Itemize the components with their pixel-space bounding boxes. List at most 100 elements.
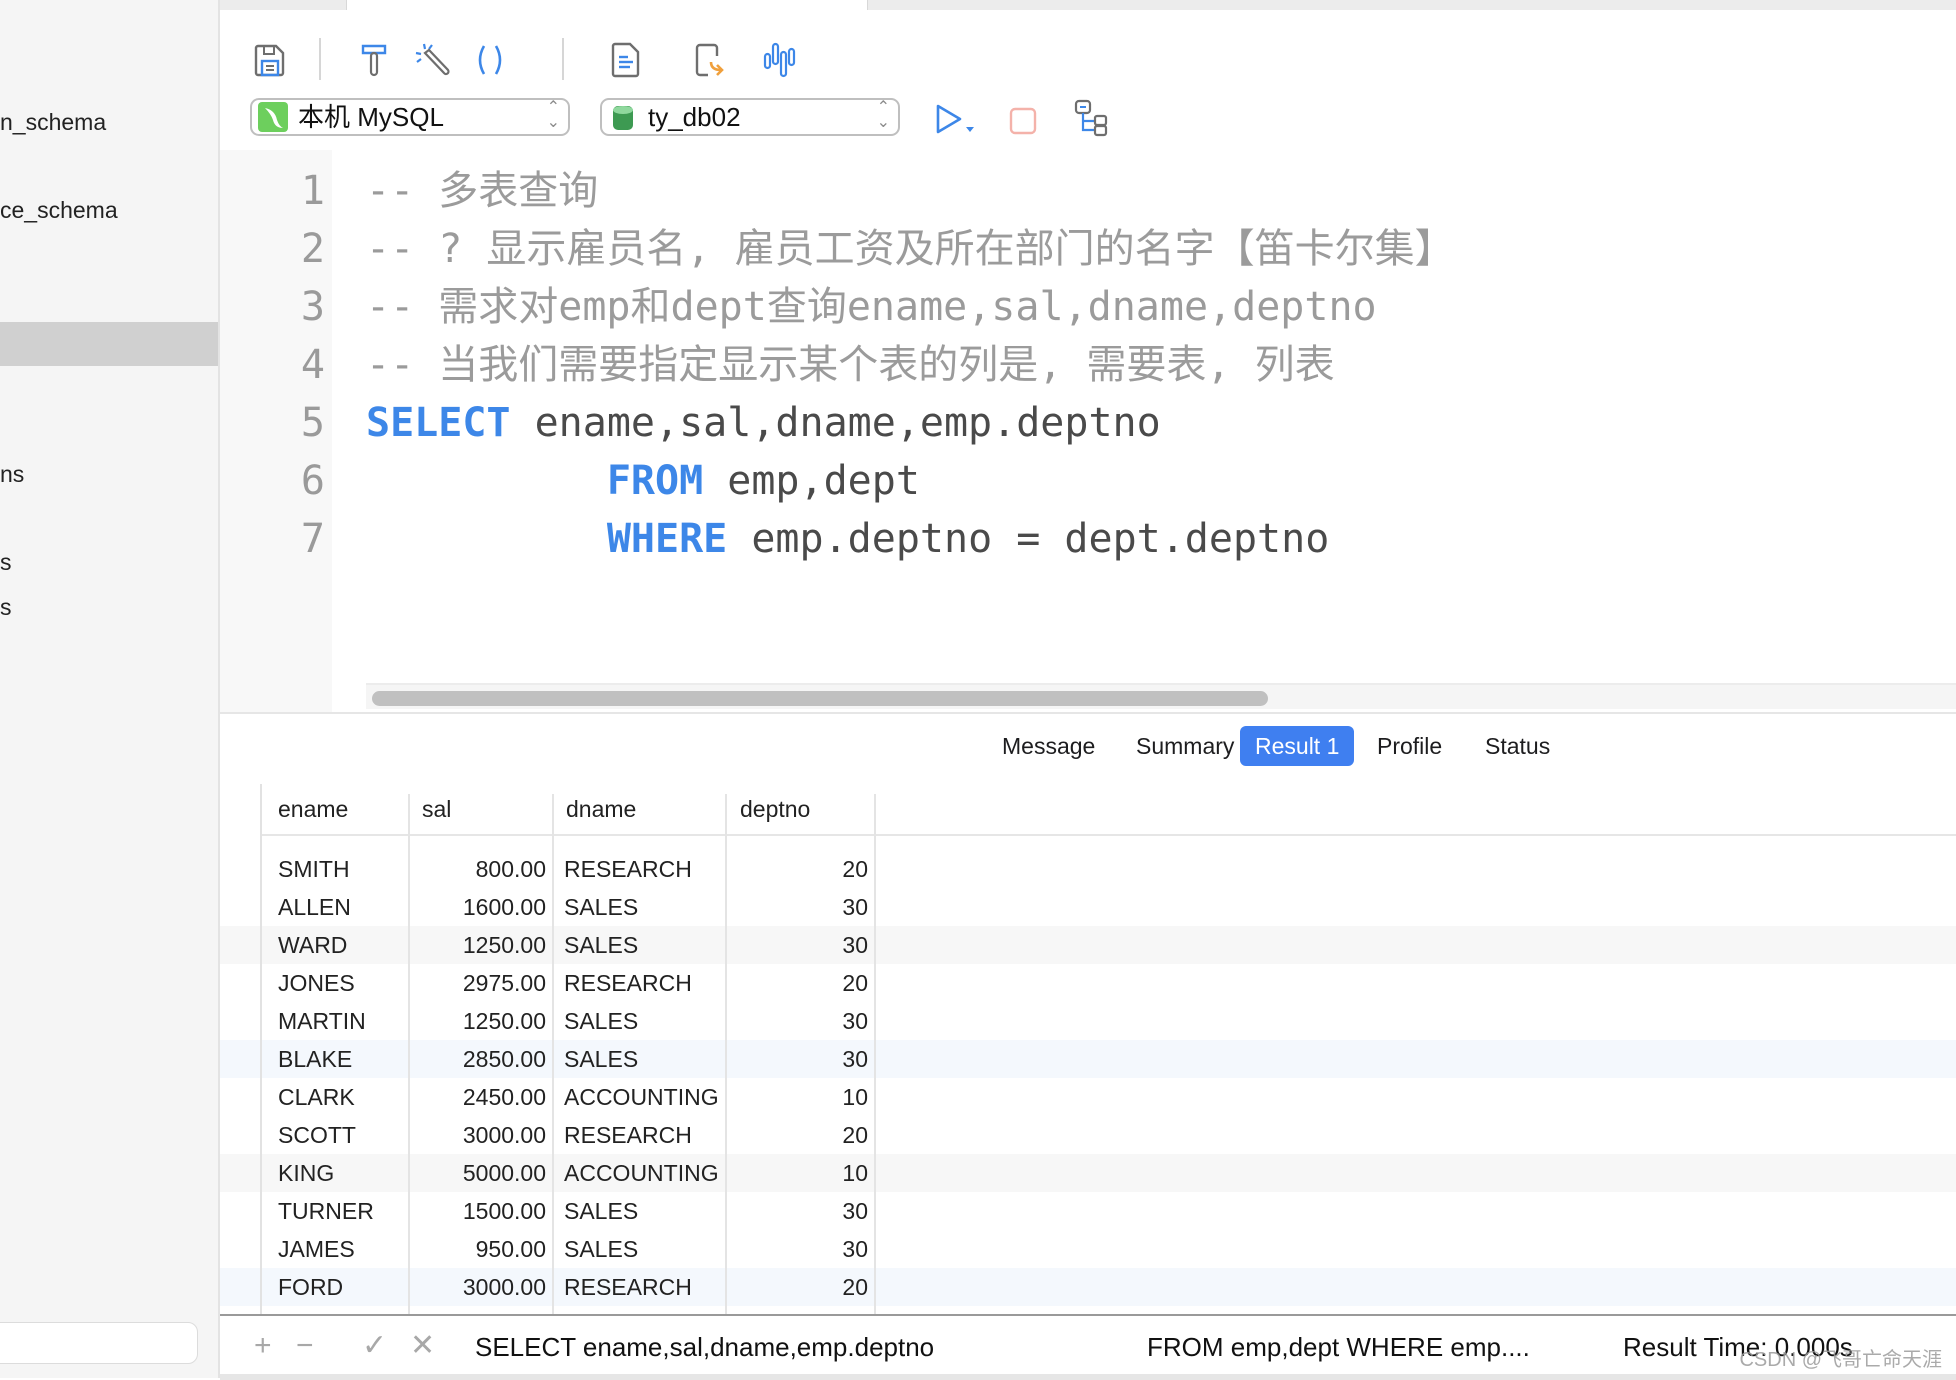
tab-message[interactable]: Message (987, 726, 1110, 766)
cell-deptno[interactable]: 10 (734, 1078, 868, 1116)
sidebar-item-schema-1[interactable]: n_schema (0, 107, 218, 137)
table-row[interactable]: FORD 3000.00 RESEARCH 20 (220, 1268, 1956, 1306)
table-row[interactable]: SMITH 800.00 RESEARCH 20 (220, 850, 1956, 888)
sql-editor[interactable]: 1 -- 多表查询 2 -- ? 显示雇员名, 雇员工资及所在部门的名字【笛卡尔集】 3… (220, 150, 1956, 712)
column-header-dname[interactable]: dname (566, 790, 636, 828)
delete-row-button[interactable]: − (296, 1328, 314, 1364)
cell-dname[interactable]: ACCOUNTING (564, 1078, 724, 1116)
cell-deptno[interactable]: 20 (734, 964, 868, 1002)
cell-dname[interactable]: RESEARCH (564, 850, 724, 888)
save-icon[interactable] (250, 40, 290, 80)
cell-ename[interactable]: JONES (278, 964, 398, 1002)
cell-dname[interactable]: SALES (564, 1002, 724, 1040)
cell-ename[interactable]: JAMES (278, 1230, 398, 1268)
discard-changes-button[interactable]: ✕ (410, 1328, 435, 1364)
cell-deptno[interactable]: 10 (734, 1306, 868, 1314)
sidebar-item-4[interactable]: s (0, 547, 218, 577)
tab-result-1[interactable]: Result 1 (1240, 726, 1355, 766)
explain-icon[interactable] (760, 40, 800, 80)
cell-sal[interactable]: 3000.00 (414, 1116, 546, 1154)
cell-sal[interactable]: 3000.00 (414, 1268, 546, 1306)
cell-sal[interactable]: 1600.00 (414, 888, 546, 926)
cell-dname[interactable]: ACCOUNTING (564, 1306, 724, 1314)
cell-dname[interactable]: SALES (564, 888, 724, 926)
cell-sal[interactable]: 1300.00 (414, 1306, 546, 1314)
cell-ename[interactable]: ALLEN (278, 888, 398, 926)
column-header-deptno[interactable]: deptno (740, 790, 810, 828)
parentheses-icon[interactable] (470, 40, 510, 80)
column-header-sal[interactable]: sal (422, 790, 451, 828)
cell-ename[interactable]: CLARK (278, 1078, 398, 1116)
cell-ename[interactable]: SMITH (278, 850, 398, 888)
cell-ename[interactable]: MARTIN (278, 1002, 398, 1040)
cell-dname[interactable]: ACCOUNTING (564, 1154, 724, 1192)
cell-deptno[interactable]: 30 (734, 1002, 868, 1040)
table-row[interactable]: WARD 1250.00 SALES 30 (220, 926, 1956, 964)
cell-dname[interactable]: RESEARCH (564, 1268, 724, 1306)
cell-ename[interactable]: KING (278, 1154, 398, 1192)
active-query-tab[interactable] (346, 0, 868, 10)
cell-dname[interactable]: RESEARCH (564, 964, 724, 1002)
cell-sal[interactable]: 2975.00 (414, 964, 546, 1002)
cell-ename[interactable]: MILLER (278, 1306, 398, 1314)
database-select[interactable]: ty_db02 ⌃ ⌄ (600, 98, 900, 136)
cell-ename[interactable]: SCOTT (278, 1116, 398, 1154)
cell-dname[interactable]: SALES (564, 1192, 724, 1230)
cell-sal[interactable]: 2850.00 (414, 1040, 546, 1078)
cell-dname[interactable]: SALES (564, 1230, 724, 1268)
cell-sal[interactable]: 1250.00 (414, 926, 546, 964)
cell-ename[interactable]: TURNER (278, 1192, 398, 1230)
stop-button[interactable] (1006, 104, 1040, 138)
table-row[interactable]: TURNER 1500.00 SALES 30 (220, 1192, 1956, 1230)
cell-deptno[interactable]: 20 (734, 1268, 868, 1306)
table-row[interactable]: MARTIN 1250.00 SALES 30 (220, 1002, 1956, 1040)
cell-sal[interactable]: 1500.00 (414, 1192, 546, 1230)
table-row[interactable]: ALLEN 1600.00 SALES 30 (220, 888, 1956, 926)
table-row[interactable]: JONES 2975.00 RESEARCH 20 (220, 964, 1956, 1002)
table-row[interactable]: SCOTT 3000.00 RESEARCH 20 (220, 1116, 1956, 1154)
tab-summary[interactable]: Summary (1121, 726, 1249, 766)
cell-deptno[interactable]: 10 (734, 1154, 868, 1192)
cell-deptno[interactable]: 30 (734, 926, 868, 964)
table-row[interactable]: CLARK 2450.00 ACCOUNTING 10 (220, 1078, 1956, 1116)
beautify-icon[interactable] (412, 40, 452, 80)
sidebar-item-schema-2[interactable]: ce_schema (0, 195, 218, 225)
cell-ename[interactable]: BLAKE (278, 1040, 398, 1078)
connection-select[interactable]: 本机 MySQL ⌃ ⌄ (250, 98, 570, 136)
column-header-ename[interactable]: ename (278, 790, 348, 828)
cell-deptno[interactable]: 30 (734, 1040, 868, 1078)
format-icon[interactable] (354, 40, 394, 80)
table-row[interactable]: KING 5000.00 ACCOUNTING 10 (220, 1154, 1956, 1192)
sidebar-search-input[interactable] (0, 1322, 198, 1364)
sidebar-item-selected[interactable] (0, 322, 218, 366)
cell-deptno[interactable]: 30 (734, 1230, 868, 1268)
cell-ename[interactable]: FORD (278, 1268, 398, 1306)
run-button[interactable] (930, 100, 982, 140)
cell-deptno[interactable]: 30 (734, 888, 868, 926)
cell-sal[interactable]: 5000.00 (414, 1154, 546, 1192)
table-row[interactable]: JAMES 950.00 SALES 30 (220, 1230, 1956, 1268)
cell-dname[interactable]: RESEARCH (564, 1116, 724, 1154)
apply-changes-button[interactable]: ✓ (362, 1328, 387, 1364)
sidebar-item-5[interactable]: s (0, 592, 218, 622)
tab-profile[interactable]: Profile (1362, 726, 1457, 766)
horizontal-scrollbar[interactable] (366, 683, 1956, 709)
tab-status[interactable]: Status (1470, 726, 1565, 766)
scrollbar-thumb[interactable] (372, 691, 1268, 706)
cell-dname[interactable]: SALES (564, 926, 724, 964)
query-plan-icon[interactable] (1072, 98, 1112, 138)
cell-sal[interactable]: 800.00 (414, 850, 546, 888)
document-icon[interactable] (606, 40, 646, 80)
add-row-button[interactable]: + (254, 1328, 272, 1364)
table-row[interactable]: BLAKE 2850.00 SALES 30 (220, 1040, 1956, 1078)
cell-deptno[interactable]: 20 (734, 850, 868, 888)
cell-dname[interactable]: SALES (564, 1040, 724, 1078)
cell-deptno[interactable]: 30 (734, 1192, 868, 1230)
table-row[interactable]: MILLER 1300.00 ACCOUNTING 10 (220, 1306, 1956, 1314)
cell-sal[interactable]: 950.00 (414, 1230, 546, 1268)
cell-deptno[interactable]: 20 (734, 1116, 868, 1154)
cell-sal[interactable]: 2450.00 (414, 1078, 546, 1116)
export-icon[interactable] (690, 40, 730, 80)
sidebar-item-functions[interactable]: ns (0, 459, 218, 489)
cell-sal[interactable]: 1250.00 (414, 1002, 546, 1040)
